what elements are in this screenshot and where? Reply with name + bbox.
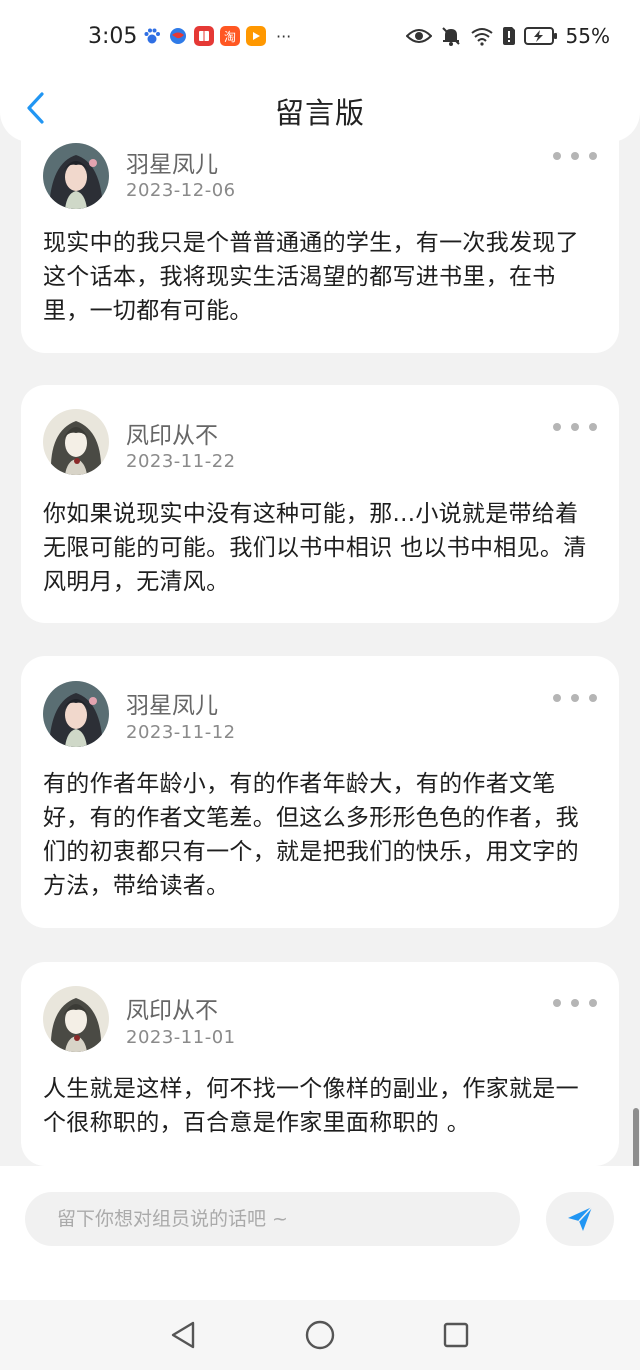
battery-charging-icon bbox=[523, 26, 558, 46]
muted-bell-icon bbox=[440, 25, 462, 47]
nav-home-icon[interactable] bbox=[303, 1318, 337, 1352]
nav-back-icon[interactable] bbox=[166, 1318, 200, 1352]
wifi-icon bbox=[470, 26, 494, 46]
taobao-app-icon: 淘 bbox=[220, 26, 240, 46]
nav-recents-icon[interactable] bbox=[439, 1318, 473, 1352]
play-app-icon bbox=[246, 26, 266, 46]
message-input[interactable] bbox=[25, 1192, 520, 1246]
sim-alert-icon bbox=[502, 26, 516, 46]
avatar[interactable] bbox=[43, 143, 109, 209]
message-date: 2023-11-12 bbox=[126, 722, 236, 743]
message-date: 2023-11-22 bbox=[126, 451, 236, 472]
message-card: 羽星凤儿 2023-11-12 有的作者年龄小，有的作者年龄大，有的作者文笔好，… bbox=[21, 656, 619, 928]
author-name: 凤印从不 bbox=[126, 998, 218, 1024]
message-card: 凤印从不 2023-11-22 你如果说现实中没有这种可能，那...小说就是带给… bbox=[21, 385, 619, 623]
scrollbar-thumb[interactable] bbox=[633, 1108, 639, 1168]
message-date: 2023-12-06 bbox=[126, 180, 236, 201]
message-text: 人生就是这样，何不找一个像样的副业，作家就是一个很称职的，百合意是作家里面称职的… bbox=[43, 1076, 579, 1136]
avatar[interactable] bbox=[43, 409, 109, 475]
system-nav-bar bbox=[0, 1300, 640, 1370]
author-name: 凤印从不 bbox=[126, 423, 218, 449]
status-more-icon: ··· bbox=[276, 26, 292, 46]
send-button[interactable] bbox=[546, 1192, 614, 1246]
message-card: 凤印从不 2023-11-01 人生就是这样，何不找一个像样的副业，作家就是一个… bbox=[21, 962, 619, 1166]
globe-app-icon bbox=[168, 26, 188, 46]
paw-app-icon bbox=[142, 26, 162, 46]
avatar[interactable] bbox=[43, 681, 109, 747]
status-app-icons: 淘 ··· bbox=[142, 26, 291, 46]
status-bar: 3:05 淘 ··· 55% bbox=[0, 18, 640, 58]
author-name: 羽星凤儿 bbox=[126, 693, 218, 719]
avatar[interactable] bbox=[43, 986, 109, 1052]
status-right-icons: 55% bbox=[405, 24, 610, 48]
status-time: 3:05 bbox=[88, 24, 138, 49]
message-date: 2023-11-01 bbox=[126, 1027, 236, 1048]
page-title: 留言版 bbox=[274, 96, 365, 130]
header: 3:05 淘 ··· 55% 留言版 bbox=[0, 0, 640, 142]
author-name: 羽星凤儿 bbox=[126, 152, 218, 178]
more-options-icon[interactable] bbox=[553, 688, 597, 708]
message-text: 你如果说现实中没有这种可能，那...小说就是带给着无限可能的可能。我们以书中相识… bbox=[43, 501, 587, 595]
message-text: 现实中的我只是个普普通通的学生，有一次我发现了这个话本，我将现实生活渴望的都写进… bbox=[43, 230, 579, 324]
title-bar: 留言版 bbox=[0, 80, 640, 136]
send-icon bbox=[568, 1206, 593, 1231]
book-app-icon bbox=[194, 26, 214, 46]
eye-icon bbox=[405, 27, 432, 45]
battery-percent: 55% bbox=[565, 24, 610, 48]
message-text: 有的作者年龄小，有的作者年龄大，有的作者文笔好，有的作者文笔差。但这么多形形色色… bbox=[43, 771, 579, 899]
composer-bar bbox=[0, 1166, 640, 1300]
more-options-icon[interactable] bbox=[553, 146, 597, 166]
more-options-icon[interactable] bbox=[553, 417, 597, 437]
message-card: 羽星凤儿 2023-12-06 现实中的我只是个普普通通的学生，有一次我发现了这… bbox=[21, 110, 619, 353]
more-options-icon[interactable] bbox=[553, 993, 597, 1013]
message-board-screen: 3:05 淘 ··· 55% 留言版 羽星凤儿 2023-12-06 现实中的我… bbox=[0, 0, 640, 1370]
